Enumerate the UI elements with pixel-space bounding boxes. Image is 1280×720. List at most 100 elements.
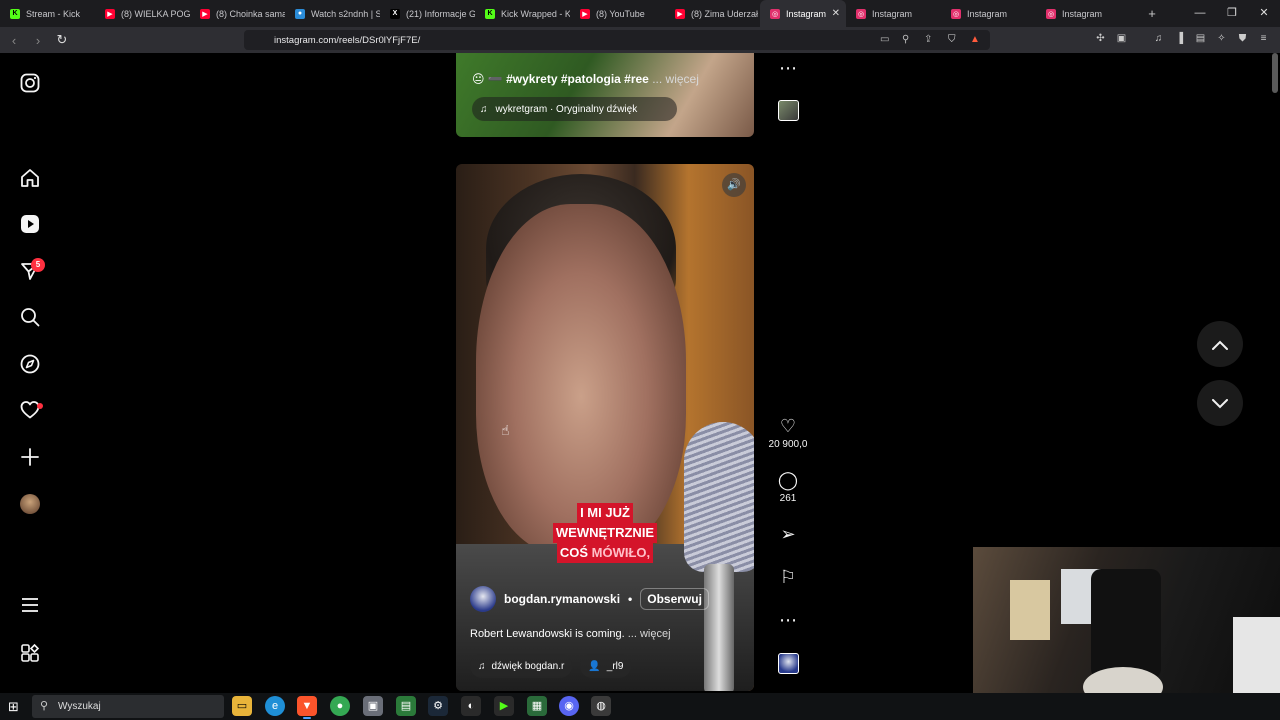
close-window-icon[interactable]: ✕ [1248, 0, 1280, 27]
tagged-user-pill[interactable]: 👤 _rl9 [580, 654, 632, 678]
instagram-icon: ◎ [951, 8, 961, 19]
volume-icon[interactable]: 🔊 [722, 173, 746, 197]
author-avatar[interactable] [470, 586, 496, 612]
windows-start-icon[interactable]: ⊞ [8, 699, 19, 715]
vpn-icon[interactable]: ⛊ [1236, 32, 1249, 45]
music-note-icon: ♫ [478, 660, 486, 672]
reload-icon[interactable]: ↻ [52, 32, 72, 48]
subtitle-line-1: I MI JUŻ [577, 503, 633, 523]
profile-avatar[interactable] [20, 494, 40, 514]
follow-button[interactable]: Obserwuj [640, 588, 709, 610]
url-text: instagram.com/reels/DSr0lYFjF7E/ [274, 34, 421, 46]
home-icon[interactable] [19, 168, 41, 190]
tab-youtube-4[interactable]: ▶ (8) Zima Uderzał [665, 0, 760, 27]
previous-reel-audio[interactable]: ♫ wykretgram · Oryginalny dźwięk [472, 97, 678, 121]
steam-icon[interactable]: ⚙ [428, 696, 448, 716]
extensions-icon[interactable]: ✣ [1094, 32, 1107, 45]
cast-icon[interactable]: ▭ [880, 34, 889, 45]
author-username[interactable]: bogdan.rymanowski [504, 592, 620, 606]
brave-shield-icon[interactable]: ⛉ [948, 34, 956, 45]
previous-reel-button[interactable] [1197, 321, 1243, 367]
like-button[interactable]: ♡ 20 900,0 [769, 415, 808, 450]
previous-reel-caption: 😐 ➖ #wykrety #patologia #ree ... więcej [472, 72, 699, 86]
minimize-icon[interactable]: — [1184, 0, 1216, 27]
previous-reel-more-options-icon[interactable]: ⋯ [774, 57, 802, 79]
store-icon[interactable]: ▤ [396, 696, 416, 716]
tab-instagram-4[interactable]: ◎ Instagram [1036, 0, 1131, 27]
save-button[interactable]: ⚐ [774, 566, 802, 588]
more-menu-icon[interactable] [19, 595, 41, 617]
menu-icon[interactable]: ≡ [1257, 32, 1270, 45]
tab-kick-wrapped[interactable]: K Kick Wrapped - K [475, 0, 570, 27]
instagram-icon: ◎ [770, 8, 780, 19]
instagram-icon: ◎ [856, 8, 866, 19]
sidebar-toggle-icon[interactable]: ▐ [1173, 32, 1186, 45]
page-scrollbar[interactable] [1272, 53, 1278, 93]
tab-youtube-3[interactable]: ▶ (8) YouTube [570, 0, 665, 27]
previous-reel-audio-thumbnail[interactable] [778, 100, 799, 121]
youtube-icon: ▶ [675, 8, 685, 19]
close-tab-icon[interactable]: ✕ [832, 8, 840, 19]
reel-audio-pill[interactable]: ♫ dźwięk bogdan.r [470, 654, 573, 678]
explore-icon[interactable] [19, 354, 41, 376]
comment-button[interactable]: ◯ 261 [774, 469, 802, 504]
previous-reel-more-link[interactable]: ... więcej [652, 72, 699, 86]
reel-more-options-icon[interactable]: ⋯ [774, 609, 802, 631]
tab-watch[interactable]: ● Watch s2ndnh | S [285, 0, 380, 27]
tab-x[interactable]: X (21) Informacje G [380, 0, 475, 27]
restore-icon[interactable]: ❐ [1216, 0, 1248, 27]
app-icon-12[interactable]: ◍ [591, 696, 611, 716]
back-icon[interactable]: ‹ [4, 33, 24, 48]
reel-audio-label: dźwięk bogdan.r [491, 660, 565, 672]
new-tab-button[interactable]: + [1141, 6, 1163, 21]
reels-icon[interactable] [19, 214, 41, 236]
windows-taskbar: ⊞ ⚲ Wyszukaj ▭ e ▼ ● ▣ ▤ ⚙ ◐ ▶ ▦ ◉ ◍ [0, 693, 1280, 720]
discord-icon[interactable]: ◉ [559, 696, 579, 716]
app-icon-8[interactable]: ◐ [461, 696, 481, 716]
app-icon-10[interactable]: ▦ [527, 696, 547, 716]
chrome-icon[interactable]: ● [330, 696, 350, 716]
zoom-icon[interactable]: ⚲ [902, 34, 909, 45]
comment-count: 261 [779, 493, 797, 504]
create-icon[interactable] [19, 447, 41, 469]
next-reel-button[interactable] [1197, 380, 1243, 426]
share-button[interactable]: ➢ [774, 523, 802, 545]
file-explorer-icon[interactable]: ▭ [232, 696, 252, 716]
share-icon[interactable]: ⇪ [924, 34, 932, 45]
chevron-down-icon [1212, 399, 1228, 409]
media-icon[interactable]: ♫ [1152, 32, 1165, 45]
video-frame-face [476, 204, 686, 554]
window-controls: — ❐ ✕ [1184, 0, 1280, 27]
tab-kick-stream[interactable]: K Stream - Kick [0, 0, 95, 27]
reel-more-link[interactable]: ... więcej [628, 628, 671, 640]
tab-instagram-active[interactable]: ◎ Instagram ✕ [760, 0, 846, 27]
address-bar[interactable]: instagram.com/reels/DSr0lYFjF7E/ ▭ ⚲ ⇪ ⛉… [244, 30, 990, 50]
subtitle-line-2: WEWNĘTRZNIE [552, 523, 658, 543]
tab-instagram-2[interactable]: ◎ Instagram [846, 0, 941, 27]
like-count: 20 900,0 [768, 439, 808, 450]
instagram-icon: ◎ [1046, 8, 1056, 19]
instagram-logo-icon[interactable] [19, 73, 41, 95]
app-icon-9[interactable]: ▶ [494, 696, 514, 716]
search-icon[interactable] [19, 307, 41, 329]
wallet-icon[interactable]: ▤ [1194, 32, 1207, 45]
edge-icon[interactable]: e [265, 696, 285, 716]
reel-audio-thumbnail[interactable] [778, 653, 799, 674]
reel-caption-text: Robert Lewandowski is coming. [470, 628, 625, 640]
leo-ai-icon[interactable]: ✧ [1215, 32, 1228, 45]
forward-icon[interactable]: › [28, 33, 48, 48]
app-icon-5[interactable]: ▣ [363, 696, 383, 716]
tab-youtube-2[interactable]: ▶ (8) Choinka sama [190, 0, 285, 27]
screenshot-icon[interactable]: ▣ [1115, 32, 1128, 45]
brave-icon[interactable]: ▼ [297, 696, 317, 719]
left-sidebar: 5 [0, 53, 60, 693]
also-from-meta-icon[interactable] [19, 643, 41, 665]
reel-caption: Robert Lewandowski is coming. ... więcej [470, 628, 671, 640]
browser-toolbar: ‹ › ↻ ⎕ instagram.com/reels/DSr0lYFjF7E/… [0, 27, 1280, 53]
tab-instagram-3[interactable]: ◎ Instagram [941, 0, 1036, 27]
tab-youtube-1[interactable]: ▶ (8) WIELKA POGO [95, 0, 190, 27]
previous-reel[interactable]: 😐 ➖ #wykrety #patologia #ree ... więcej … [456, 53, 754, 137]
taskbar-search[interactable]: ⚲ Wyszukaj [32, 695, 224, 718]
webcam-shelf [1010, 580, 1050, 640]
brave-rewards-icon[interactable]: ▲ [970, 34, 980, 45]
